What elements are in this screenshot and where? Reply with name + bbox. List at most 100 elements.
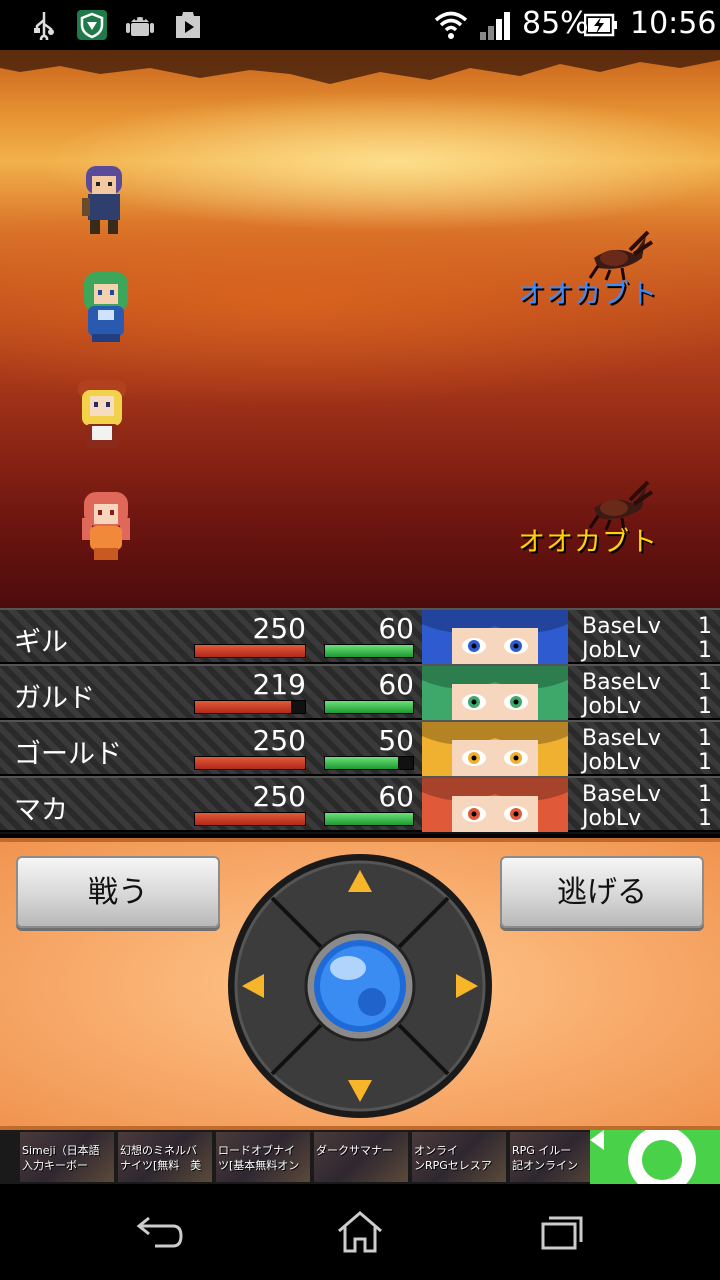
enemy-name-2[interactable]: オオカブト bbox=[518, 520, 658, 559]
ad-logo-icon[interactable] bbox=[590, 1130, 720, 1184]
shield-app-icon bbox=[76, 10, 108, 40]
member-name: マカ bbox=[14, 795, 68, 826]
mp-bar bbox=[324, 812, 414, 826]
ad-item-line2: ツ[基本無料オン bbox=[218, 1159, 300, 1172]
status-bar: 85% 10:56 bbox=[0, 0, 720, 50]
member-name: ギル bbox=[14, 627, 68, 658]
base-level-label: BaseLv bbox=[582, 614, 661, 639]
ad-item-line1: Simeji（日本語 bbox=[22, 1144, 100, 1157]
party-status-panel: ギル 250 60 BaseLv 1 JobLv 1 ガルド 219 60 Ba… bbox=[0, 608, 720, 834]
hp-bar bbox=[194, 812, 306, 826]
party-row[interactable]: ゴールド 250 50 BaseLv 1 JobLv 1 bbox=[0, 720, 720, 776]
ad-item[interactable]: 幻想のミネルバ ナイツ[無料 美 bbox=[118, 1132, 212, 1182]
hp-bar bbox=[194, 756, 306, 770]
job-level-value: 1 bbox=[698, 750, 712, 775]
ad-item[interactable]: ロードオブナイ ツ[基本無料オン bbox=[216, 1132, 310, 1182]
member-portrait bbox=[422, 666, 568, 720]
mp-value: 60 bbox=[378, 612, 414, 645]
job-level-label: JobLv bbox=[582, 694, 642, 719]
member-name: ゴールド bbox=[14, 739, 122, 770]
member-portrait bbox=[422, 778, 568, 832]
hp-bar-fill bbox=[195, 645, 305, 657]
ad-item-line1: 幻想のミネルバ bbox=[120, 1144, 197, 1157]
hero-blonde-hat bbox=[78, 380, 126, 448]
battle-field: オオカブト オオカブト bbox=[0, 50, 720, 608]
mp-bar-fill bbox=[325, 645, 413, 657]
navigation-bar bbox=[0, 1184, 720, 1280]
ad-item-line2: ナイツ[無料 美 bbox=[120, 1159, 202, 1172]
hero-purple-hair bbox=[82, 166, 122, 234]
party-row[interactable]: ガルド 219 60 BaseLv 1 JobLv 1 bbox=[0, 664, 720, 720]
party-row[interactable]: ギル 250 60 BaseLv 1 JobLv 1 bbox=[0, 608, 720, 664]
mp-bar-fill bbox=[325, 757, 399, 769]
wifi-icon bbox=[434, 10, 468, 40]
recent-apps-icon bbox=[541, 1216, 583, 1250]
hp-bar bbox=[194, 644, 306, 658]
hero-green-hair bbox=[84, 272, 128, 342]
hp-bar-fill bbox=[195, 701, 292, 713]
command-panel: 戦う 逃げる bbox=[0, 838, 720, 1130]
ad-item-line2: 入力キーボー bbox=[22, 1159, 88, 1172]
direction-pad[interactable] bbox=[226, 852, 494, 1120]
flee-button[interactable]: 逃げる bbox=[500, 856, 704, 928]
fight-button[interactable]: 戦う bbox=[16, 856, 220, 928]
base-level-value: 1 bbox=[698, 782, 712, 807]
base-level-value: 1 bbox=[698, 726, 712, 751]
base-level-label: BaseLv bbox=[582, 782, 661, 807]
mp-value: 60 bbox=[378, 780, 414, 813]
ad-item[interactable]: ダークサマナー bbox=[314, 1132, 408, 1182]
job-level-label: JobLv bbox=[582, 638, 642, 663]
battery-charging-icon bbox=[584, 10, 618, 40]
back-button[interactable] bbox=[130, 1206, 190, 1258]
mp-bar bbox=[324, 644, 414, 658]
member-name: ガルド bbox=[14, 683, 95, 714]
hero-pink-hair bbox=[82, 492, 130, 560]
ad-item-line2: 記オンライン bbox=[512, 1159, 578, 1172]
battery-percent: 85% bbox=[522, 6, 589, 41]
base-level-value: 1 bbox=[698, 670, 712, 695]
mp-value: 50 bbox=[378, 724, 414, 757]
ad-item-line1: RPG イルー bbox=[512, 1144, 572, 1157]
signal-icon bbox=[478, 10, 514, 40]
hp-value: 219 bbox=[252, 668, 306, 701]
clock: 10:56 bbox=[630, 6, 717, 41]
hp-bar bbox=[194, 700, 306, 714]
mp-bar-fill bbox=[325, 701, 413, 713]
mp-bar bbox=[324, 756, 414, 770]
member-portrait bbox=[422, 610, 568, 664]
recent-apps-button[interactable] bbox=[530, 1206, 590, 1258]
job-level-label: JobLv bbox=[582, 806, 642, 831]
hp-value: 250 bbox=[252, 612, 306, 645]
ad-item[interactable]: オンライ ンRPGセレスア bbox=[412, 1132, 506, 1182]
hp-bar-fill bbox=[195, 757, 305, 769]
back-arrow-icon bbox=[136, 1216, 183, 1248]
member-portrait bbox=[422, 722, 568, 776]
hp-value: 250 bbox=[252, 724, 306, 757]
enemy-name-1[interactable]: オオカブト bbox=[518, 272, 658, 311]
mp-value: 60 bbox=[378, 668, 414, 701]
job-level-value: 1 bbox=[698, 638, 712, 663]
cave-ceiling bbox=[0, 50, 720, 84]
android-icon bbox=[124, 10, 156, 40]
mp-bar-fill bbox=[325, 813, 413, 825]
base-level-value: 1 bbox=[698, 614, 712, 639]
play-store-icon bbox=[172, 10, 204, 40]
ad-item-line1: ダークサマナー bbox=[316, 1144, 393, 1157]
ad-item-line1: オンライ bbox=[414, 1144, 458, 1157]
job-level-value: 1 bbox=[698, 694, 712, 719]
job-level-value: 1 bbox=[698, 806, 712, 831]
job-level-label: JobLv bbox=[582, 750, 642, 775]
ad-item[interactable]: Simeji（日本語 入力キーボー bbox=[20, 1132, 114, 1182]
base-level-label: BaseLv bbox=[582, 726, 661, 751]
base-level-label: BaseLv bbox=[582, 670, 661, 695]
usb-icon bbox=[30, 10, 58, 40]
mp-bar bbox=[324, 700, 414, 714]
hp-bar-fill bbox=[195, 813, 305, 825]
party-row[interactable]: マカ 250 60 BaseLv 1 JobLv 1 bbox=[0, 776, 720, 832]
ad-item-line2: ンRPGセレスア bbox=[414, 1159, 492, 1172]
ad-banner[interactable]: Simeji（日本語 入力キーボー 幻想のミネルバ ナイツ[無料 美ロードオブナイ… bbox=[0, 1130, 720, 1184]
home-button[interactable] bbox=[330, 1206, 390, 1258]
hp-value: 250 bbox=[252, 780, 306, 813]
ad-item-line1: ロードオブナイ bbox=[218, 1144, 295, 1157]
dpad-center-orb-button[interactable] bbox=[304, 930, 416, 1042]
